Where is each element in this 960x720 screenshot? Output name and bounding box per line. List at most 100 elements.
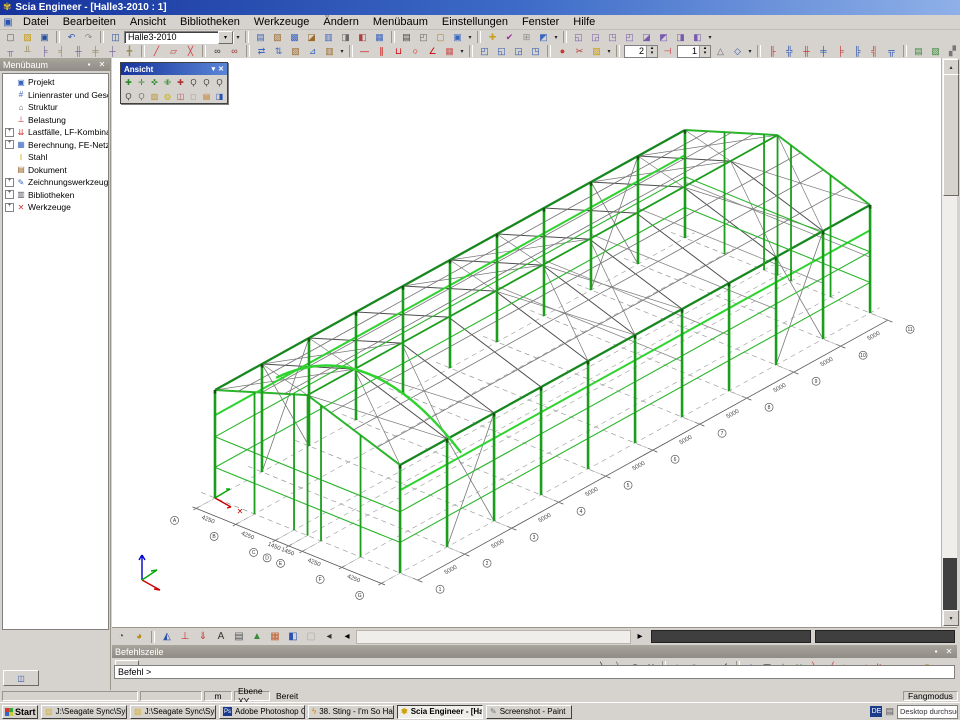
sidebar-item-zeichnungswerkzeuge[interactable]: +✎Zeichnungswerkzeuge (3, 176, 108, 189)
ucs-manager-icon[interactable]: ◩ (535, 31, 552, 44)
wired-view-icon[interactable]: ▨ (148, 90, 161, 103)
sidebar-item-lastfalle-lf-kombinationen[interactable]: +⇊Lastfälle, LF-Kombinationen (3, 126, 108, 139)
spinner-arrows[interactable]: ▴▾ (699, 46, 710, 57)
printer-icon[interactable]: ▤ (885, 706, 894, 717)
sidebar-item-berechnung-fe-netz[interactable]: +▦Berechnung, FE-Netz (3, 139, 108, 152)
view-persp-icon[interactable]: ◪ (638, 31, 655, 44)
pin-icon[interactable]: ▪ (84, 60, 94, 69)
raster-icon[interactable]: ▦ (441, 45, 458, 58)
activity-layers-icon[interactable]: ⇅ (270, 45, 287, 58)
add-member-icon[interactable]: ◇ (729, 45, 746, 58)
expand-icon[interactable]: + (5, 140, 14, 149)
cut-icon[interactable]: ✂ (571, 45, 588, 58)
check-structure-icon[interactable]: ✔ (501, 31, 518, 44)
title-bar[interactable]: ✾ Scia Engineer - [Halle3-2010 : 1] (0, 0, 960, 15)
expand-icon[interactable]: + (5, 203, 14, 212)
menu-werkzeuge[interactable]: Werkzeuge (247, 15, 316, 29)
visibility-icon[interactable]: ∞ (209, 45, 226, 58)
visibility-params-icon[interactable]: ∞ (226, 45, 243, 58)
collapse-arrow-icon[interactable]: ◂ (338, 629, 356, 644)
shaded-view-icon[interactable]: ◻ (187, 90, 200, 103)
sidebar-item-bibliotheken[interactable]: +▥Bibliotheken (3, 189, 108, 202)
line-icon[interactable]: — (356, 45, 373, 58)
sidebar-item-belastung[interactable]: ⊥Belastung (3, 114, 108, 127)
save-picture-icon[interactable]: ▣ (449, 31, 466, 44)
folder-icon[interactable]: ▨ (588, 45, 605, 58)
activity-icon[interactable]: ⇄ (253, 45, 270, 58)
view-top-icon[interactable]: ◳ (604, 31, 621, 44)
haunch-icon[interactable]: ╪ (87, 45, 104, 58)
chevron-down-icon[interactable]: ▾ (234, 31, 242, 44)
wall-icon[interactable]: ╡ (53, 45, 70, 58)
menu-datei[interactable]: Datei (16, 15, 56, 29)
parallel-icon[interactable]: ∥ (373, 45, 390, 58)
close-icon[interactable]: ✕ (97, 60, 107, 69)
chevron-down-icon[interactable]: ▾ (605, 45, 613, 58)
sidebar-item-dokument[interactable]: ▤Dokument (3, 164, 108, 177)
combobox-dropdown-icon[interactable]: ▾ (218, 31, 233, 44)
connect-members-icon[interactable]: ⊞ (518, 31, 535, 44)
params-display-icon[interactable]: ◧ (284, 629, 302, 644)
scroll-right-icon[interactable]: ▸ (631, 629, 649, 644)
spinner-arrows[interactable]: ▴▾ (646, 46, 657, 57)
view-axo-icon[interactable]: ◰ (621, 31, 638, 44)
project-manager-icon[interactable]: ▤ (252, 31, 269, 44)
sidebar-header[interactable]: Menübaum ▪ ✕ (0, 58, 110, 71)
window-split-icon[interactable]: ◫ (107, 31, 124, 44)
sidebar-item-stahl[interactable]: IStahl (3, 151, 108, 164)
ruler-icon[interactable]: ◭ (158, 629, 176, 644)
render-icon[interactable]: ◕ (130, 629, 148, 644)
polyline-icon[interactable]: ⊔ (390, 45, 407, 58)
cabinet-view-icon[interactable]: ◫ (174, 90, 187, 103)
column-icon[interactable]: ╨ (19, 45, 36, 58)
undo-icon[interactable]: ↶ (63, 31, 80, 44)
magnify-in-icon[interactable]: Ϙ (187, 76, 200, 89)
view-iso-icon[interactable]: ◧ (689, 31, 706, 44)
node-icon[interactable]: ╋ (121, 45, 138, 58)
supports-display-icon[interactable]: ⊥ (176, 629, 194, 644)
paste-icon[interactable]: ◨ (337, 31, 354, 44)
view-bottom-icon[interactable]: ◨ (672, 31, 689, 44)
scroll-up-icon[interactable]: ▴ (943, 59, 959, 75)
rib-icon[interactable]: ╫ (70, 45, 87, 58)
command-panel-header[interactable]: Befehlszeile ▪ ✕ (112, 645, 957, 658)
project-combobox[interactable]: Halle3-2010▾ (124, 31, 234, 44)
win-close-icon[interactable]: ◳ (527, 45, 544, 58)
clip-icon[interactable]: ◪ (303, 31, 320, 44)
save-icon[interactable]: ▣ (36, 31, 53, 44)
magnify-prev-icon[interactable]: Ϙ (135, 90, 148, 103)
view-front-icon[interactable]: ◱ (570, 31, 587, 44)
ansicht-floating-toolbar[interactable]: Ansicht ▾ ✕ ✚✛✜✙✚ϘϘϘ ϘϘ▨◍◫◻▤◨ (120, 62, 228, 104)
print-preview-icon[interactable]: ◰ (415, 31, 432, 44)
model-display-icon[interactable]: ▲ (248, 629, 266, 644)
temperature-icon[interactable]: ╠ (849, 45, 866, 58)
load-icon[interactable]: ╫ (798, 45, 815, 58)
panel-tab[interactable]: ◫ (3, 670, 39, 686)
support-icon[interactable]: ╬ (781, 45, 798, 58)
sidebar-item-werkzeuge[interactable]: +✕Werkzeuge (3, 201, 108, 214)
deselect-icon[interactable]: ╳ (182, 45, 199, 58)
menu-bibliotheken[interactable]: Bibliotheken (173, 15, 247, 29)
status-snap-mode[interactable]: Fangmodus (903, 691, 958, 701)
snap-plane-icon[interactable]: △ (712, 45, 729, 58)
point-load-icon[interactable]: ╣ (866, 45, 883, 58)
model-canvas[interactable]: ABCDEFG425042501450145042504250123456789… (112, 58, 957, 627)
view-side-icon[interactable]: ◲ (587, 31, 604, 44)
circle-icon[interactable]: ○ (407, 45, 424, 58)
opening-icon[interactable]: ┼ (104, 45, 121, 58)
view-back-icon[interactable]: ◩ (655, 31, 672, 44)
book-icon[interactable]: ▤ (200, 90, 213, 103)
angle-icon[interactable]: ∠ (424, 45, 441, 58)
language-indicator[interactable]: DE (870, 706, 882, 717)
expand-icon[interactable]: + (5, 128, 14, 137)
chevron-down-icon[interactable]: ▾ (212, 65, 216, 73)
menu-ansicht[interactable]: Ansicht (123, 15, 173, 29)
catalog-icon[interactable]: ▦ (371, 31, 388, 44)
clipboard-icon[interactable]: ▥ (321, 45, 338, 58)
expand-icon[interactable]: + (5, 178, 14, 187)
doc-export-icon[interactable]: ▢ (432, 31, 449, 44)
spinner-spin_b[interactable]: 1▴▾ (677, 45, 711, 58)
plate-icon[interactable]: ╞ (36, 45, 53, 58)
horizontal-scroll-track[interactable] (356, 630, 631, 644)
sidebar-item-projekt[interactable]: ▣Projekt (3, 76, 108, 89)
